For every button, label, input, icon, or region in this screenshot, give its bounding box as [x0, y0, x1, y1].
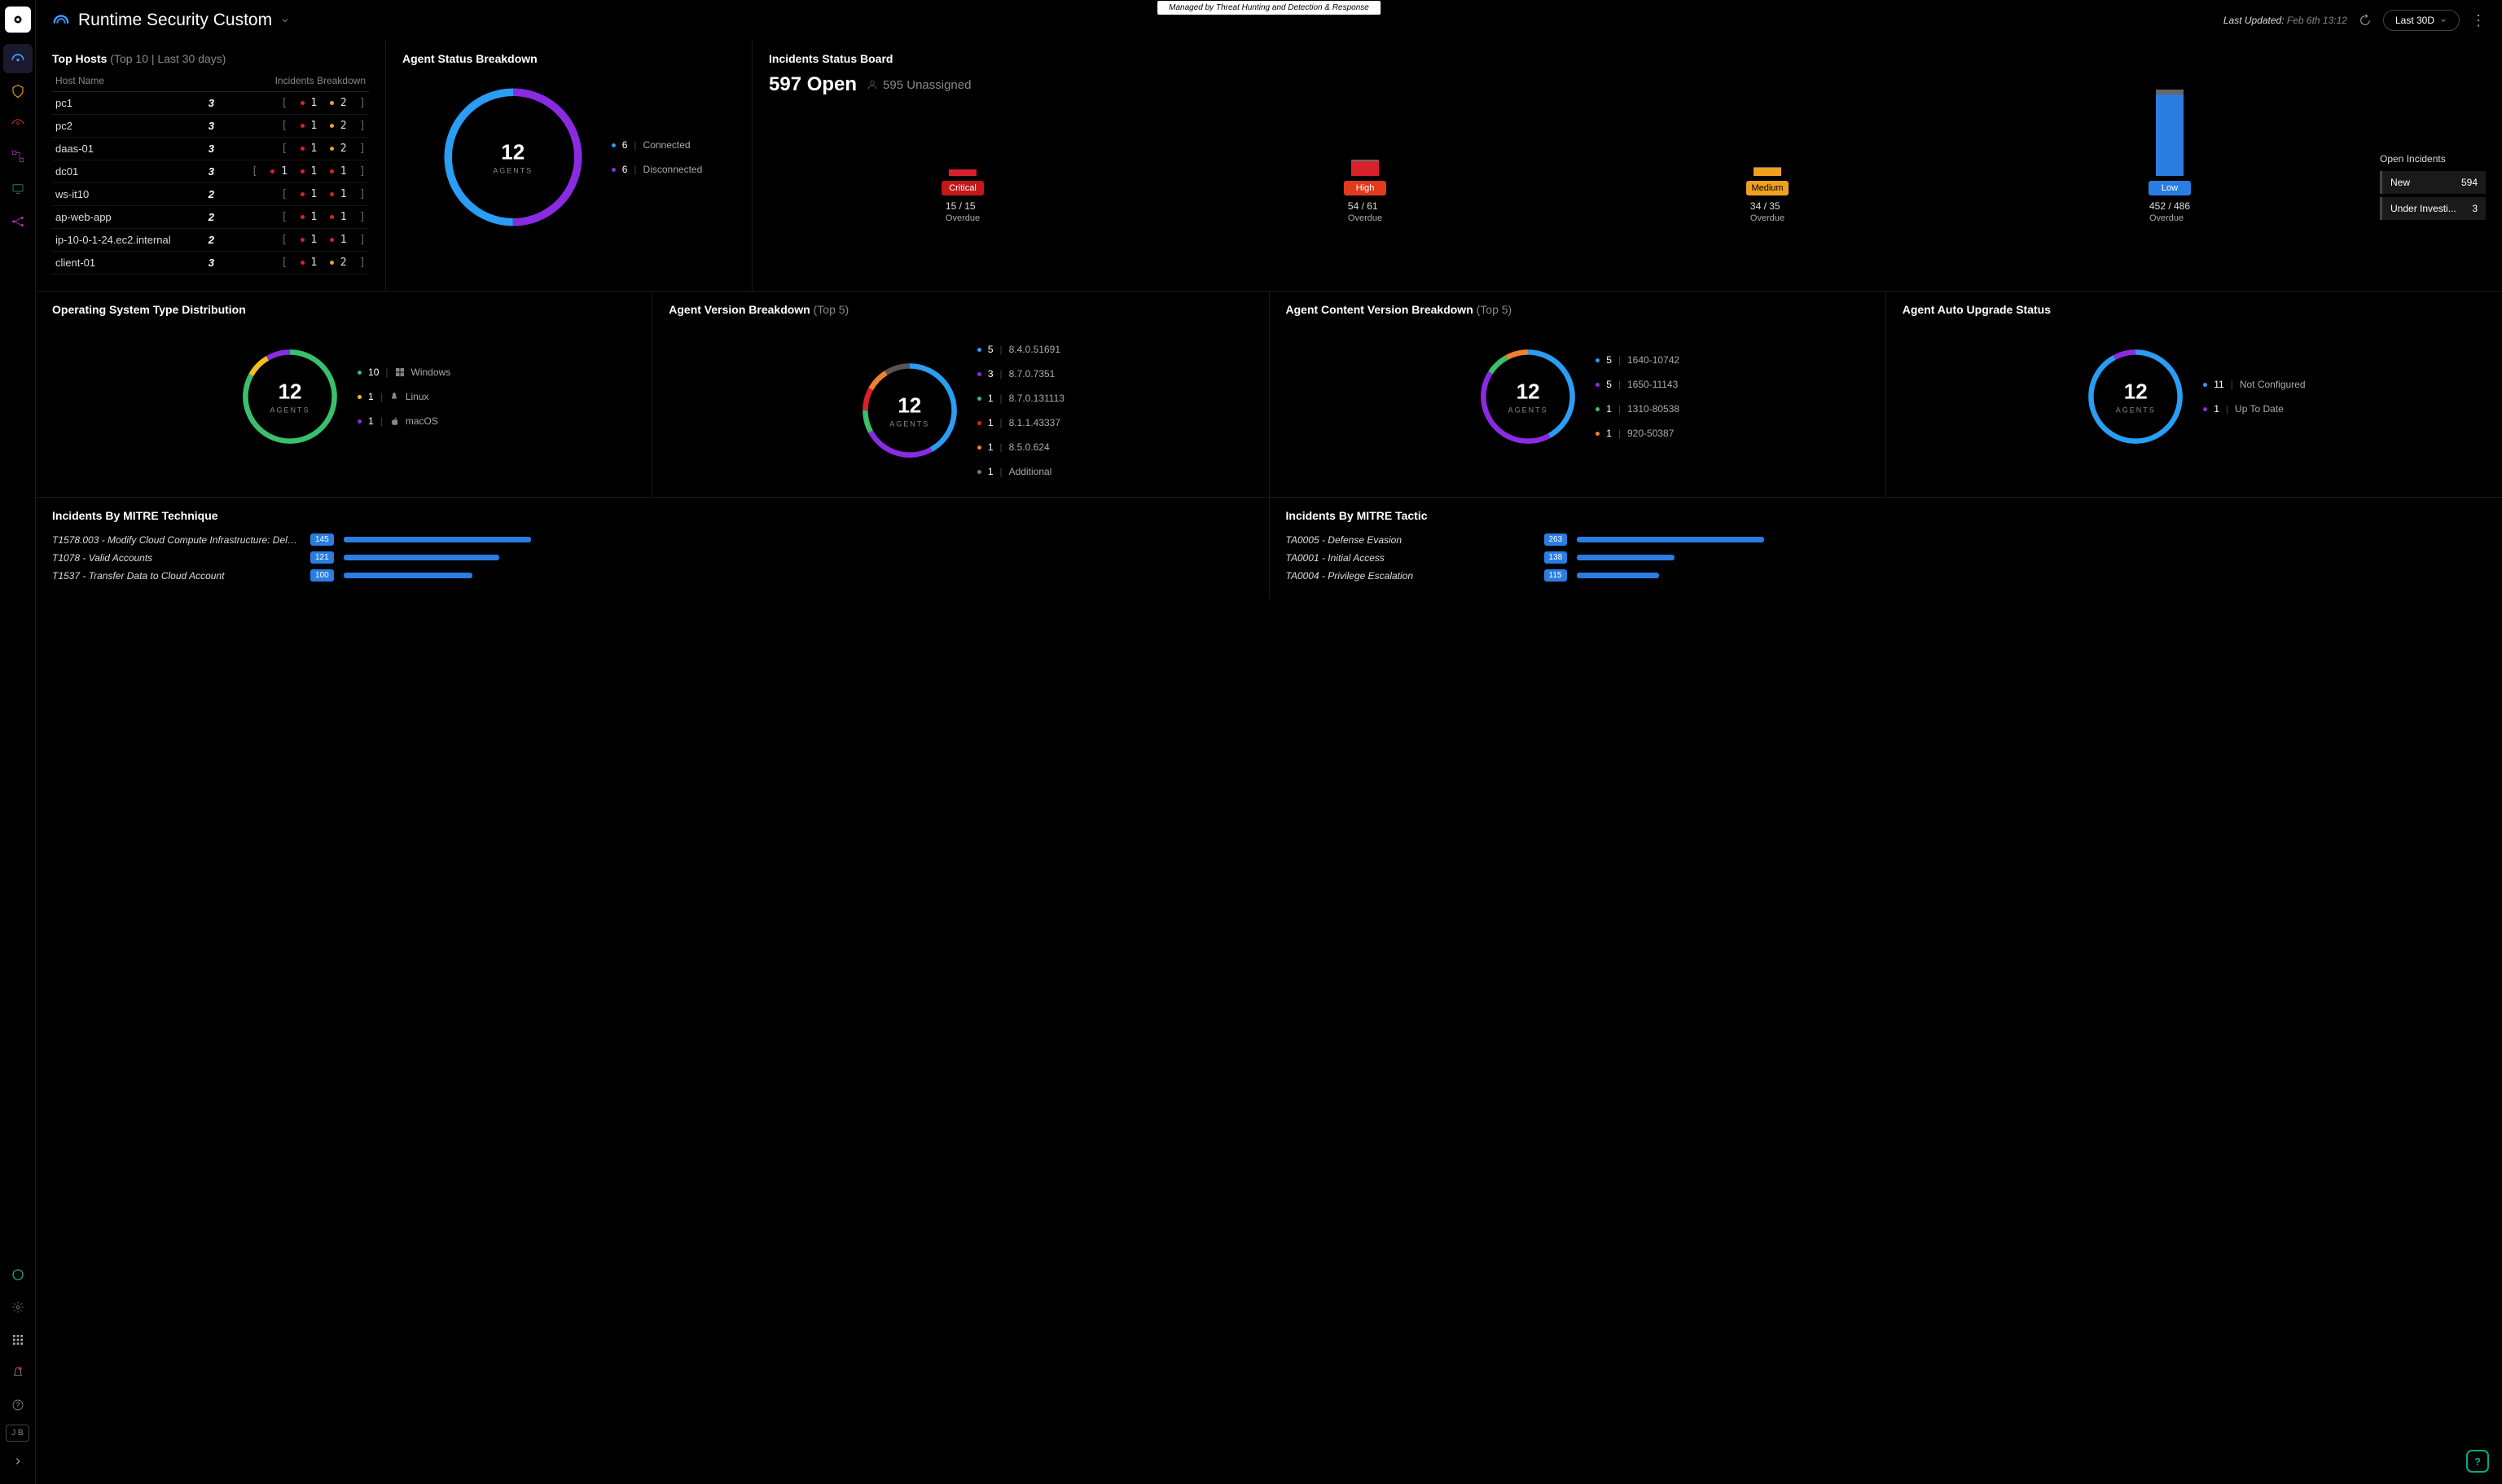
col-incidents[interactable]: Incidents Breakdown	[195, 70, 369, 92]
last-updated: Last Updated: Feb 6th 13:12	[2223, 15, 2347, 26]
agent-status-title: Agent Status Breakdown	[402, 52, 735, 65]
agent_version-donut[interactable]: 12AGENTS	[857, 358, 963, 463]
panel-mitre-technique: Incidents By MITRE Technique T1578.003 -…	[36, 498, 1270, 599]
mitre-row[interactable]: TA0004 - Privilege Escalation115	[1286, 569, 2487, 582]
user-icon	[867, 79, 878, 90]
legend-item[interactable]: 5 | 1640-10742	[1596, 354, 1679, 366]
topbar: Runtime Security Custom Managed by Threa…	[36, 0, 2502, 41]
dashboard-icon	[52, 11, 70, 29]
table-row[interactable]: dc013[ 1 1 1 ]	[52, 160, 369, 183]
expand-sidebar-icon[interactable]	[3, 1447, 33, 1476]
sidebar-nav-device[interactable]	[3, 174, 33, 204]
os_dist-donut[interactable]: 12AGENTS	[237, 344, 343, 450]
user-avatar[interactable]: J B	[6, 1425, 29, 1442]
agent-status-donut[interactable]: 12AGENTS	[436, 80, 590, 235]
mitre-row[interactable]: TA0005 - Defense Evasion263	[1286, 533, 2487, 546]
panel-os_dist: Operating System Type Distribution 12AGE…	[36, 292, 652, 497]
status-board-title: Incidents Status Board	[769, 52, 2486, 65]
notifications-icon[interactable]	[3, 1358, 33, 1387]
content_version-title: Agent Content Version Breakdown (Top 5)	[1286, 303, 1869, 316]
sidebar-nav-network[interactable]	[3, 207, 33, 236]
mitre-row[interactable]: T1537 - Transfer Data to Cloud Account10…	[52, 569, 1253, 582]
auto_upgrade-title: Agent Auto Upgrade Status	[1903, 303, 2486, 316]
table-row[interactable]: pc23[ 1 2 ]	[52, 115, 369, 138]
apps-icon[interactable]	[3, 1325, 33, 1354]
open-incident-row[interactable]: Under Investi...3	[2380, 197, 2486, 220]
time-range-selector[interactable]: Last 30D	[2383, 10, 2460, 31]
legend-item[interactable]: 1 | Up To Date	[2203, 403, 2305, 415]
page-title: Runtime Security Custom	[78, 11, 272, 30]
legend-item[interactable]: 1 | Linux	[358, 391, 450, 402]
panel-agent_version: Agent Version Breakdown (Top 5) 12AGENTS…	[652, 292, 1269, 497]
severity-bar[interactable]: Critical 15 / 15Overdue	[769, 169, 1157, 223]
panel-auto_upgrade: Agent Auto Upgrade Status 12AGENTS 11 | …	[1886, 292, 2502, 497]
mitre-row[interactable]: TA0001 - Initial Access138	[1286, 551, 2487, 564]
open-incidents-count: 597 Open	[769, 73, 857, 96]
content_version-donut[interactable]: 12AGENTS	[1475, 344, 1581, 450]
open-incident-row[interactable]: New594	[2380, 171, 2486, 194]
table-row[interactable]: client-013[ 1 2 ]	[52, 252, 369, 274]
panel-content_version: Agent Content Version Breakdown (Top 5) …	[1270, 292, 1886, 497]
legend-item[interactable]: 5 | 1650-11143	[1596, 379, 1679, 390]
sidebar-assistant-icon[interactable]	[3, 1260, 33, 1289]
legend-item[interactable]: 6 | Connected	[612, 139, 703, 151]
auto_upgrade-donut[interactable]: 12AGENTS	[2083, 344, 2188, 450]
refresh-icon[interactable]	[2359, 14, 2372, 27]
logo[interactable]	[5, 7, 31, 33]
legend-item[interactable]: 1 | 8.7.0.131113	[977, 393, 1064, 404]
sidebar-nav-eye[interactable]	[3, 109, 33, 138]
legend-item[interactable]: 6 | Disconnected	[612, 164, 703, 175]
legend-item[interactable]: 1 | 920-50387	[1596, 428, 1679, 439]
title-dropdown-chevron[interactable]	[280, 15, 290, 25]
legend-item[interactable]: 3 | 8.7.0.7351	[977, 368, 1064, 380]
open-incidents-box: Open Incidents New594Under Investi...3	[2380, 153, 2486, 223]
table-row[interactable]: ip-10-0-1-24.ec2.internal2[ 1 1 ]	[52, 229, 369, 252]
main: Runtime Security Custom Managed by Threa…	[36, 0, 2502, 1484]
panel-top-hosts: Top Hosts (Top 10 | Last 30 days) Host N…	[36, 41, 386, 291]
help-button[interactable]: ?	[2466, 1450, 2489, 1473]
mitre-technique-title: Incidents By MITRE Technique	[52, 509, 1253, 522]
severity-bar[interactable]: Low 452 / 486Overdue	[1976, 90, 2364, 223]
col-hostname[interactable]: Host Name	[52, 70, 195, 92]
svg-text:?: ?	[15, 1402, 20, 1409]
table-row[interactable]: ap-web-app2[ 1 1 ]	[52, 206, 369, 229]
mitre-row[interactable]: T1078 - Valid Accounts121	[52, 551, 1253, 564]
sidebar-nav-flow[interactable]	[3, 142, 33, 171]
settings-icon[interactable]	[3, 1293, 33, 1322]
legend-item[interactable]: 5 | 8.4.0.51691	[977, 344, 1064, 355]
unassigned-count: 595 Unassigned	[867, 78, 971, 92]
top-hosts-table: Host Name Incidents Breakdown pc13[ 1 2 …	[52, 70, 369, 274]
legend-item[interactable]: 1 | Additional	[977, 466, 1064, 477]
table-row[interactable]: pc13[ 1 2 ]	[52, 92, 369, 115]
top-hosts-title: Top Hosts (Top 10 | Last 30 days)	[52, 52, 369, 65]
mitre-tactic-title: Incidents By MITRE Tactic	[1286, 509, 2487, 522]
panel-agent-status: Agent Status Breakdown 12AGENTS 6 | Conn…	[386, 41, 753, 291]
legend-item[interactable]: 11 | Not Configured	[2203, 379, 2305, 390]
managed-by-badge: Managed by Threat Hunting and Detection …	[1157, 1, 1380, 15]
overflow-menu[interactable]: ⋮	[2471, 12, 2486, 29]
help-icon-sidebar[interactable]: ?	[3, 1390, 33, 1420]
table-row[interactable]: ws-it102[ 1 1 ]	[52, 183, 369, 206]
legend-item[interactable]: 1 | 1310-80538	[1596, 403, 1679, 415]
legend-item[interactable]: 1 | macOS	[358, 415, 450, 427]
sidebar-nav-dashboard[interactable]	[3, 44, 33, 73]
sidebar-nav-shield[interactable]	[3, 77, 33, 106]
chevron-down-icon	[2439, 16, 2447, 24]
sidebar: ? J B	[0, 0, 36, 1484]
panel-status-board: Incidents Status Board 597 Open 595 Unas…	[753, 41, 2502, 291]
legend-item[interactable]: 1 | 8.5.0.624	[977, 441, 1064, 453]
agent_version-title: Agent Version Breakdown (Top 5)	[669, 303, 1252, 316]
severity-bar[interactable]: Medium 34 / 35Overdue	[1574, 167, 1961, 223]
table-row[interactable]: daas-013[ 1 2 ]	[52, 138, 369, 160]
legend-item[interactable]: 10 | Windows	[358, 367, 450, 378]
legend-item[interactable]: 1 | 8.1.1.43337	[977, 417, 1064, 428]
severity-bar[interactable]: High 54 / 61Overdue	[1171, 160, 1559, 223]
os_dist-title: Operating System Type Distribution	[52, 303, 635, 316]
panel-mitre-tactic: Incidents By MITRE Tactic TA0005 - Defen…	[1270, 498, 2502, 599]
mitre-row[interactable]: T1578.003 - Modify Cloud Compute Infrast…	[52, 533, 1253, 546]
